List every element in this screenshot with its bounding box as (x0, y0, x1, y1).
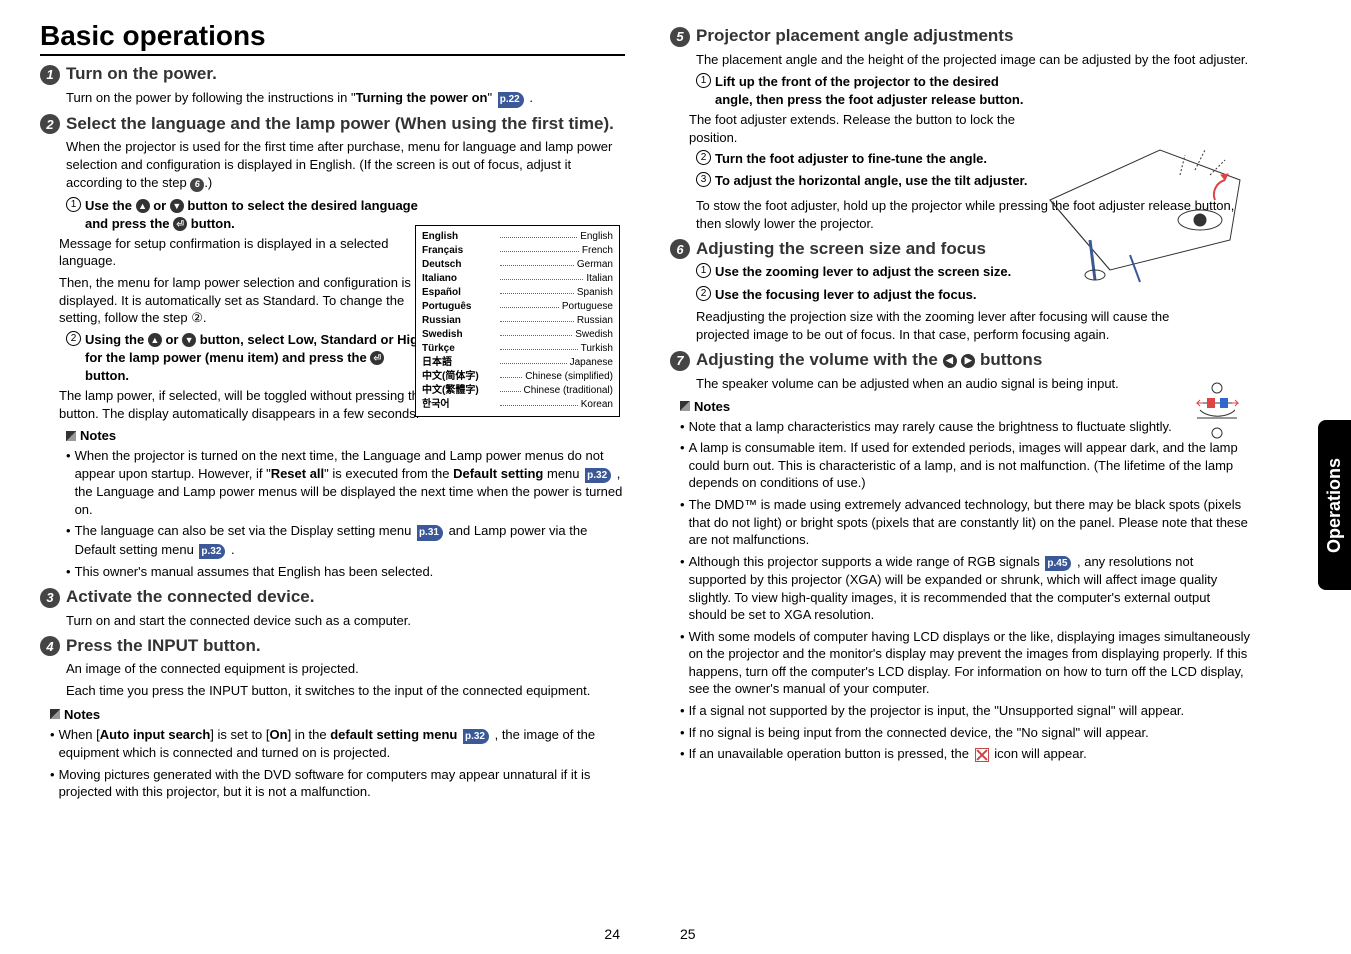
step-5-title: Projector placement angle adjustments (696, 26, 1013, 46)
step-num-2: 2 (40, 114, 60, 134)
step-1-title: Turn on the power. (66, 64, 217, 84)
up-icon: ▲ (148, 333, 162, 347)
sub-num-1: 1 (66, 197, 81, 212)
lang-row: DeutschGerman (422, 258, 613, 272)
step-1-body: Turn on the power by following the instr… (66, 89, 625, 108)
step-2-title: Select the language and the lamp power (… (66, 114, 614, 134)
right-column: 5 Projector placement angle adjustments … (650, 0, 1300, 954)
step-3-heading: 3 Activate the connected device. (40, 587, 625, 608)
substep-2-2: 2 Using the ▲ or ▼ button, select Low, S… (66, 331, 430, 386)
note-item: •With some models of computer having LCD… (680, 628, 1250, 698)
notes-icon (66, 431, 76, 441)
step-7-title: Adjusting the volume with the ◀ ▶ button… (696, 350, 1042, 370)
note-item: •If no signal is being input from the co… (680, 724, 1250, 742)
step-4-notes: •When [Auto input search] is set to [On]… (50, 726, 625, 801)
note-item: •If a signal not supported by the projec… (680, 702, 1250, 720)
step-7-heading: 7 Adjusting the volume with the ◀ ▶ butt… (670, 350, 1250, 371)
side-tab: Operations (1318, 420, 1351, 590)
step-3-title: Activate the connected device. (66, 587, 314, 607)
down-icon: ▼ (170, 199, 184, 213)
note-item: •Although this projector supports a wide… (680, 553, 1250, 624)
step-4-heading: 4 Press the INPUT button. (40, 636, 625, 657)
x-icon (975, 748, 989, 762)
lang-row: 한국어Korean (422, 398, 613, 412)
zoom-lever-illustration (1185, 378, 1250, 443)
lang-row: EnglishEnglish (422, 230, 613, 244)
step-num-3: 3 (40, 588, 60, 608)
step-num-5: 5 (670, 27, 690, 47)
note-item: •If an unavailable operation button is p… (680, 745, 1250, 763)
projector-illustration (1030, 110, 1260, 290)
page-number-left: 24 (604, 926, 620, 942)
page-number-right: 25 (680, 926, 696, 942)
language-table: EnglishEnglishFrançaisFrenchDeutschGerma… (415, 225, 620, 417)
page-ref: p.22 (498, 92, 524, 108)
left-column: Basic operations 1 Turn on the power. Tu… (0, 0, 650, 954)
step-5-heading: 5 Projector placement angle adjustments (670, 26, 1250, 47)
lang-row: SwedishSwedish (422, 328, 613, 342)
enter-icon: ⏎ (370, 351, 384, 365)
notes-heading: Notes (680, 399, 1250, 414)
lang-row: TürkçeTurkish (422, 342, 613, 356)
lang-row: 日本語Japanese (422, 356, 613, 370)
lang-row: PortuguêsPortuguese (422, 300, 613, 314)
left-icon: ◀ (943, 354, 957, 368)
step-num-1: 1 (40, 65, 60, 85)
lang-row: EspañolSpanish (422, 286, 613, 300)
lang-row: FrançaisFrench (422, 244, 613, 258)
step-num-4: 4 (40, 636, 60, 656)
note-item: •A lamp is consumable item. If used for … (680, 439, 1250, 492)
note-item: •Note that a lamp characteristics may ra… (680, 418, 1250, 436)
note-item: •The DMD™ is made using extremely advanc… (680, 496, 1250, 549)
step-1-heading: 1 Turn on the power. (40, 64, 625, 85)
step-num-7: 7 (670, 351, 690, 371)
lang-row: ItalianoItalian (422, 272, 613, 286)
step-6-title: Adjusting the screen size and focus (696, 239, 986, 259)
substep-2-1: 1 Use the ▲ or ▼ button to select the de… (66, 197, 430, 233)
step-2-notes: •When the projector is turned on the nex… (66, 447, 625, 581)
step-num-6: 6 (670, 239, 690, 259)
notes-heading: Notes (66, 428, 625, 443)
lang-row: 中文(简体字)Chinese (simplified) (422, 370, 613, 384)
page-title: Basic operations (40, 20, 625, 56)
step-7-notes: •Note that a lamp characteristics may ra… (680, 418, 1250, 763)
step-2-body: When the projector is used for the first… (66, 138, 625, 193)
enter-icon: ⏎ (173, 217, 187, 231)
up-icon: ▲ (136, 199, 150, 213)
down-icon: ▼ (182, 333, 196, 347)
notes-heading: Notes (50, 707, 625, 722)
sub-num-2: 2 (66, 331, 81, 346)
step-4-title: Press the INPUT button. (66, 636, 261, 656)
lang-row: RussianRussian (422, 314, 613, 328)
step-2-heading: 2 Select the language and the lamp power… (40, 114, 625, 135)
lang-row: 中文(繁體字)Chinese (traditional) (422, 384, 613, 398)
right-icon: ▶ (961, 354, 975, 368)
